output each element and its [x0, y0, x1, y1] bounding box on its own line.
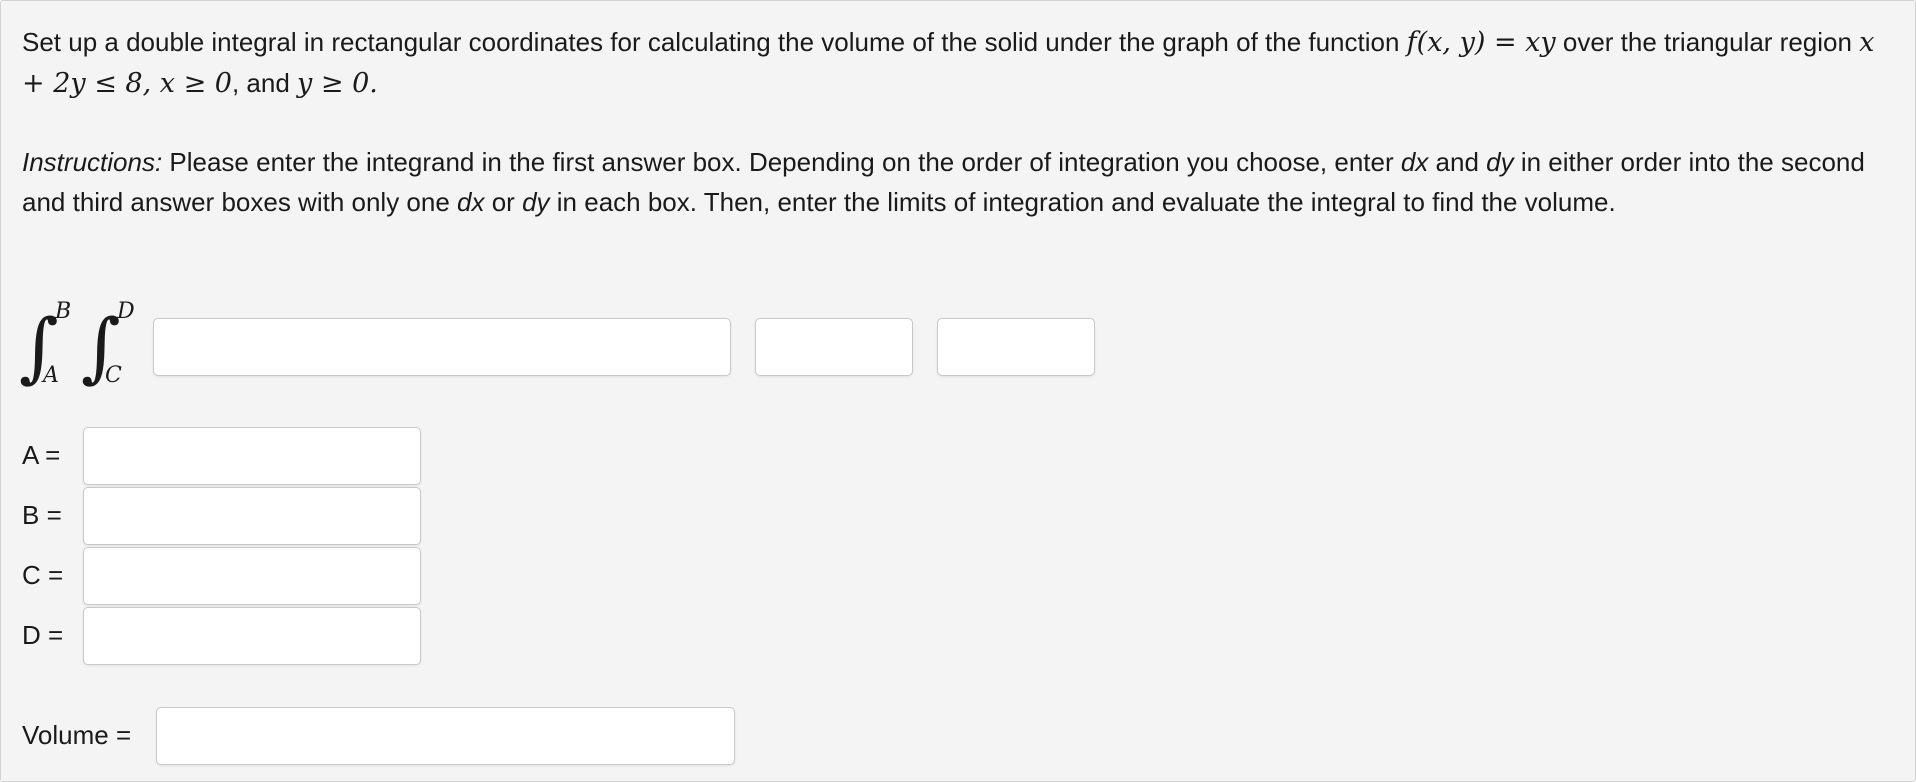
outer-integral: ∫ B A [19, 297, 75, 397]
region-condition-2: x ≥ 0 [159, 68, 232, 99]
function-expression: f(x, y) = xy [1406, 27, 1556, 58]
question-panel: Set up a double integral in rectangular … [0, 0, 1916, 782]
instructions-and: and [1428, 147, 1487, 177]
question-middle: over the triangular region [1555, 27, 1860, 57]
limit-a-label: A = [22, 440, 61, 470]
instructions-dy-2: dy [522, 187, 550, 217]
instructions-label: Instructions: [22, 147, 163, 177]
instructions-or: or [484, 187, 523, 217]
limit-d-input[interactable] [83, 607, 421, 665]
outer-upper-limit: B [55, 299, 72, 324]
region-condition-3: y ≥ 0 [297, 68, 370, 99]
instructions-dx: dx [1400, 147, 1429, 177]
limit-b-label: B = [22, 500, 62, 530]
volume-label: Volume = [22, 720, 132, 750]
volume-input[interactable] [156, 707, 735, 765]
inner-integral: ∫ D C [81, 297, 137, 397]
integrand-input[interactable] [153, 318, 731, 376]
first-differential-input[interactable] [755, 318, 913, 376]
outer-lower-limit: A [43, 363, 59, 388]
question-end: . [369, 68, 378, 99]
instructions-part-1: Please enter the integrand in the first … [162, 147, 1401, 177]
limit-d-label: D = [22, 620, 64, 650]
limit-c-input[interactable] [83, 547, 421, 605]
second-differential-input[interactable] [937, 318, 1095, 376]
instructions-text: Instructions: Please enter the integrand… [22, 142, 1892, 222]
inner-upper-limit: D [117, 299, 135, 324]
region-separator-2: , and [231, 68, 298, 98]
instructions-dx-2: dx [457, 187, 485, 217]
inner-lower-limit: C [105, 363, 122, 388]
region-separator-1: , [142, 68, 160, 99]
limit-b-input[interactable] [83, 487, 421, 545]
instructions-part-3: in each box. Then, enter the limits of i… [549, 187, 1616, 217]
limit-c-label: C = [22, 560, 64, 590]
limit-a-input[interactable] [83, 427, 421, 485]
instructions-dy: dy [1486, 147, 1514, 177]
question-text: Set up a double integral in rectangular … [22, 22, 1892, 104]
question-prefix: Set up a double integral in rectangular … [22, 27, 1407, 57]
